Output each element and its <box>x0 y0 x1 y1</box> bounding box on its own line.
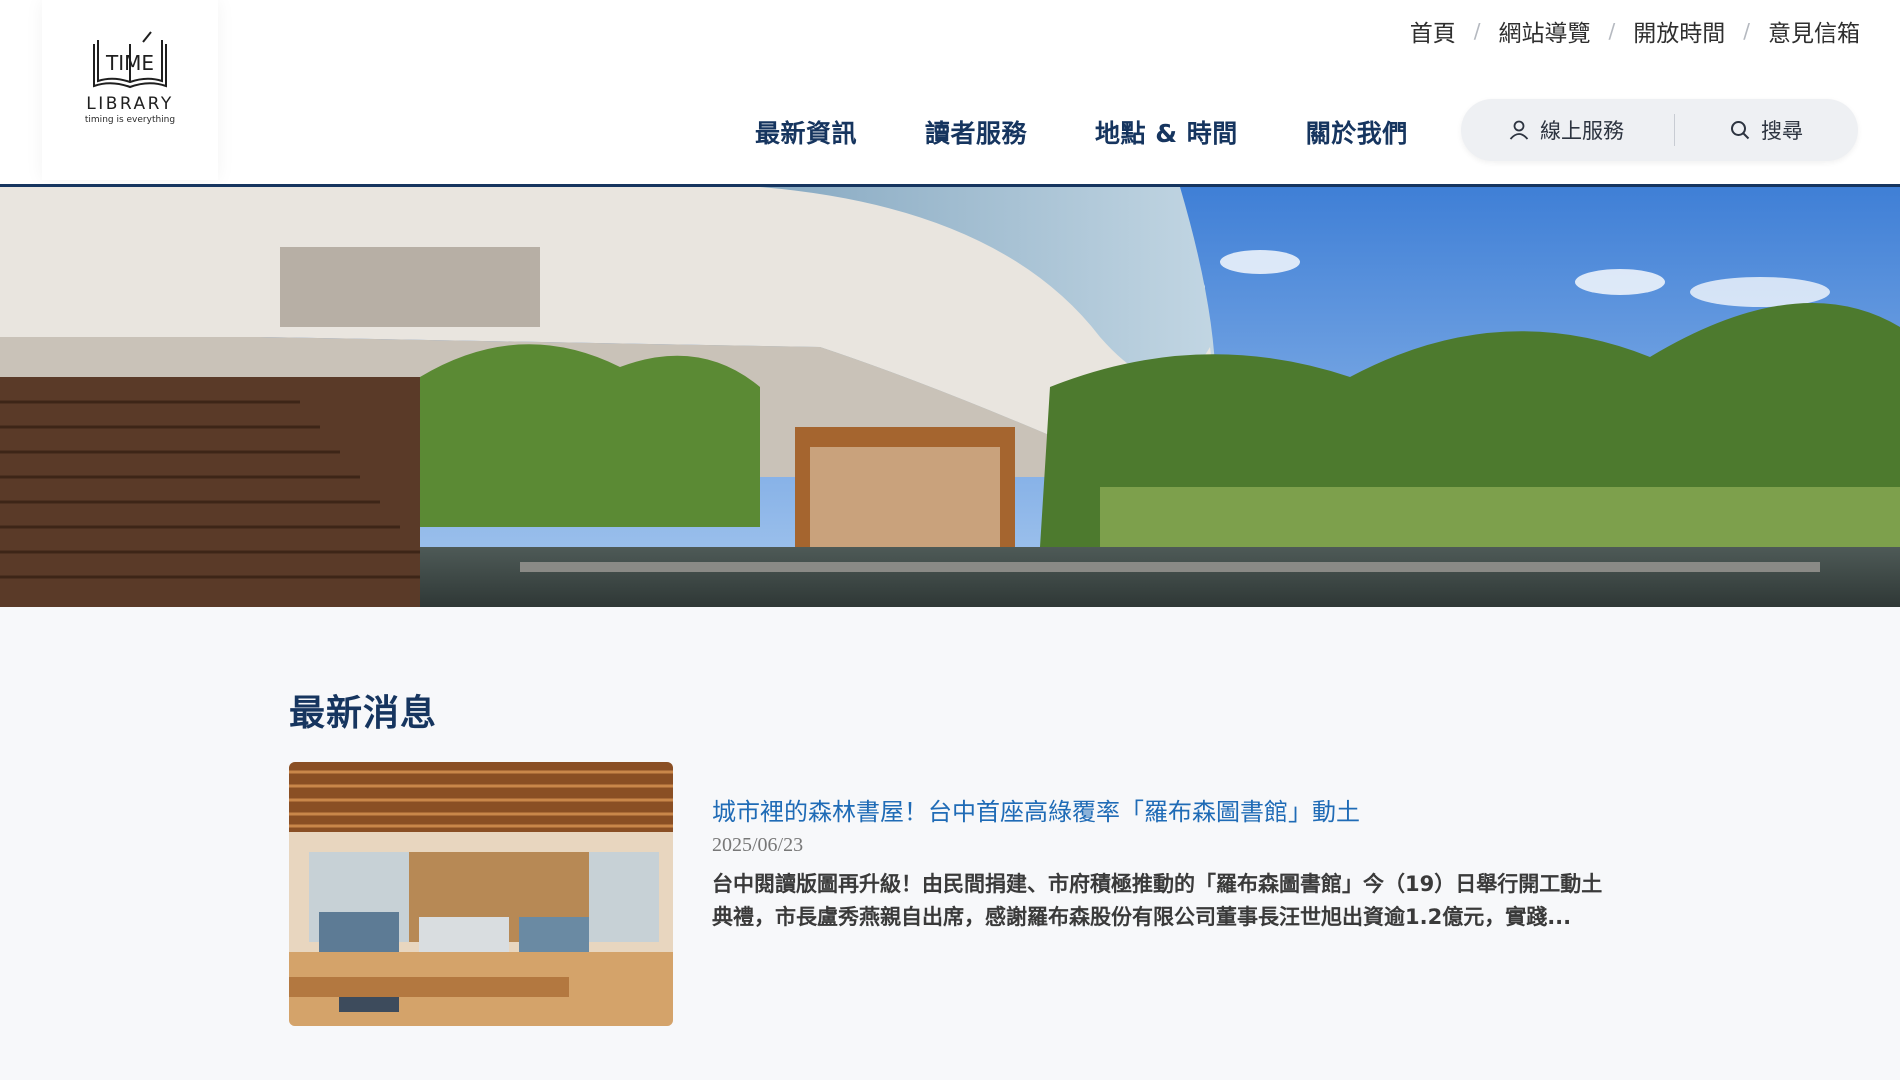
site-header: TIME LIBRARY timing is everything 首頁 / 網… <box>0 0 1900 187</box>
news-date: 2025/06/23 <box>712 834 804 856</box>
news-section-title: 最新消息 <box>289 693 438 734</box>
top-link-hours[interactable]: 開放時間 <box>1633 14 1725 48</box>
toolbar-divider <box>1674 114 1675 146</box>
nav-item-location-hours[interactable]: 地點 & 時間 <box>1095 114 1238 150</box>
search-button[interactable]: 搜尋 <box>1729 115 1803 145</box>
utility-links: 首頁 / 網站導覽 / 開放時間 / 意見信箱 <box>1410 14 1860 48</box>
book-logo-icon: TIME <box>93 31 167 89</box>
top-link-feedback[interactable]: 意見信箱 <box>1768 14 1860 48</box>
news-item: 城市裡的森林書屋！台中首座高綠覆率「羅布森圖書館」動土 2025/06/23 台… <box>289 762 1619 1028</box>
top-link-sitemap[interactable]: 網站導覽 <box>1499 14 1591 48</box>
logo-tagline: timing is everything <box>84 115 176 125</box>
nav-item-news[interactable]: 最新資訊 <box>755 114 857 150</box>
news-headline-link[interactable]: 城市裡的森林書屋！台中首座高綠覆率「羅布森圖書館」動土 <box>712 792 1360 827</box>
logo-wordmark: LIBRARY <box>86 94 174 114</box>
svg-text:TIME: TIME <box>105 51 154 75</box>
utility-toolbar: 線上服務 搜尋 <box>1461 99 1858 161</box>
search-label: 搜尋 <box>1761 119 1803 143</box>
nav-item-reader-services[interactable]: 讀者服務 <box>925 114 1027 150</box>
search-icon <box>1731 121 1750 140</box>
user-icon <box>1509 120 1529 140</box>
news-thumbnail-image[interactable] <box>289 762 673 1026</box>
main-nav: 最新資訊 讀者服務 地點 & 時間 關於我們 <box>755 114 1408 150</box>
top-link-separator: / <box>1608 19 1616 43</box>
top-link-separator: / <box>1743 19 1750 43</box>
news-excerpt: 台中閱讀版圖再升級！由民間捐建、市府積極推動的「羅布森圖書館」今（19）日舉行開… <box>712 872 1603 929</box>
online-service-label: 線上服務 <box>1540 119 1624 143</box>
top-link-separator: / <box>1473 19 1481 43</box>
nav-item-about[interactable]: 關於我們 <box>1306 114 1408 150</box>
hero-banner-image <box>0 187 1900 607</box>
site-logo[interactable]: TIME LIBRARY timing is everything <box>42 0 218 180</box>
top-link-home[interactable]: 首頁 <box>1410 14 1456 48</box>
online-service-button[interactable]: 線上服務 <box>1508 115 1624 145</box>
